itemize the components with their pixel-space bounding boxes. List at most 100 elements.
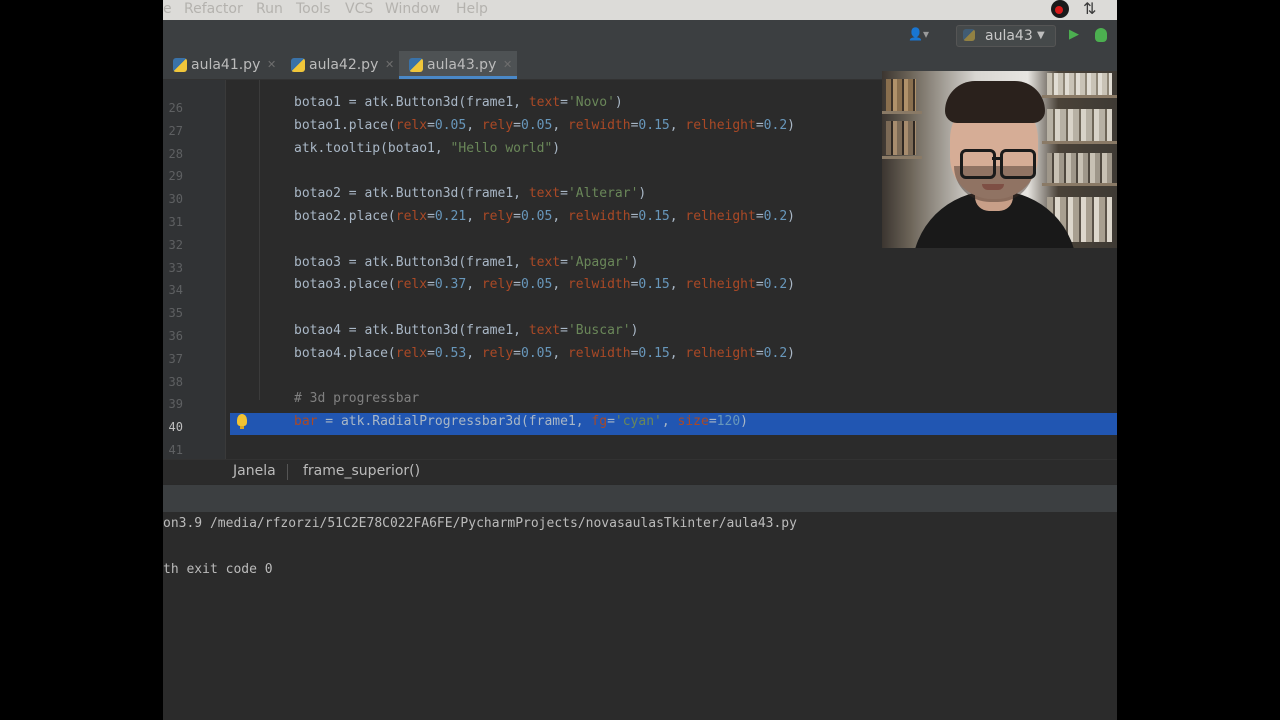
record-indicator-icon[interactable] <box>1051 0 1069 18</box>
code-token: = <box>755 117 764 133</box>
code-token: , <box>552 277 568 293</box>
close-icon[interactable]: ✕ <box>267 51 276 79</box>
code-token: 0.15 <box>638 277 670 293</box>
code-token: = <box>560 254 568 270</box>
code-token: = <box>513 345 521 361</box>
code-token: , <box>669 209 686 224</box>
code-token: = <box>755 345 764 361</box>
network-arrows-icon[interactable]: ⇅ <box>1083 0 1096 18</box>
bookshelf <box>882 111 922 114</box>
code-token: relwidth <box>567 209 631 224</box>
menu-item-run[interactable]: Run <box>256 0 283 20</box>
line-number-gutter: 26 27 28 29 30 31 32 33 34 35 36 37 38 39 40 41 <box>163 80 225 459</box>
code-token: 'Buscar' <box>567 323 631 338</box>
code-token: , <box>669 345 686 361</box>
code-token: relwidth <box>567 117 631 133</box>
python-file-icon <box>409 58 423 72</box>
glasses-right-lens <box>1000 149 1036 179</box>
code-token: , <box>661 414 678 430</box>
python-file-icon <box>963 29 975 41</box>
code-token: , <box>669 117 686 133</box>
menu-item-help[interactable]: Help <box>456 0 488 20</box>
console-line: th exit code 0 <box>163 562 273 577</box>
menu-item-window[interactable]: Window <box>385 0 440 20</box>
gutter-separator <box>225 80 226 459</box>
books <box>1047 109 1112 141</box>
code-token: 0.2 <box>763 209 788 224</box>
code-token: bar <box>294 414 318 430</box>
code-token: 120 <box>716 414 741 430</box>
code-token: , <box>466 117 482 133</box>
code-token: = <box>427 277 435 293</box>
code-token: ) <box>614 95 623 110</box>
user-account-icon[interactable]: 👤▾ <box>908 27 929 41</box>
menu-item-vcs[interactable]: VCS <box>345 0 373 20</box>
code-token: = <box>513 277 521 293</box>
run-button[interactable]: ▶ <box>1069 25 1083 45</box>
close-icon[interactable]: ✕ <box>503 51 512 79</box>
breadcrumb: Janela frame_superior() <box>163 459 1117 484</box>
code-token: text <box>528 186 561 202</box>
bookshelf <box>1042 141 1117 144</box>
code-token: , <box>669 277 686 293</box>
code-token: rely <box>481 117 514 133</box>
code-token: relheight <box>685 345 756 361</box>
menu-item-refactor[interactable]: Refactor <box>184 0 243 20</box>
bookshelf <box>1042 95 1117 98</box>
code-token: rely <box>481 209 514 224</box>
code-token: ) <box>787 209 795 224</box>
code-token: relheight <box>685 209 756 224</box>
breadcrumb-item-janela[interactable]: Janela <box>233 460 276 484</box>
line-number: 27 <box>168 123 183 138</box>
tab-aula43[interactable]: aula43.py ✕ <box>399 51 517 79</box>
code-token: = <box>513 117 521 133</box>
code-token: botao4 = atk.Button3d(frame1, <box>294 323 529 338</box>
chevron-down-icon: ▼ <box>1037 30 1045 41</box>
code-token: ) <box>740 414 748 430</box>
code-token: relwidth <box>567 345 631 361</box>
person-hair <box>945 81 1045 123</box>
run-configuration-selector[interactable]: aula43 ▼ <box>956 25 1056 47</box>
code-token: = <box>427 117 435 133</box>
code-token: botao1.place( <box>294 117 396 133</box>
menu-item-code[interactable]: e <box>163 0 172 20</box>
code-line: botao4 = atk.Button3d(frame1, text='Busc… <box>294 323 638 339</box>
code-token: = <box>708 414 717 430</box>
tab-aula41[interactable]: aula41.py ✕ <box>163 51 281 79</box>
code-token: 0.15 <box>638 209 670 224</box>
navigation-toolbar: 👤▾ aula43 ▼ ▶ <box>163 20 1117 51</box>
breadcrumb-item-frame-superior[interactable]: frame_superior() <box>303 460 420 484</box>
code-token: = <box>427 209 435 224</box>
python-file-icon <box>291 58 305 72</box>
code-token: relx <box>395 209 428 224</box>
menu-item-tools[interactable]: Tools <box>296 0 331 20</box>
code-token: fg <box>591 414 608 430</box>
code-token: = <box>755 209 764 224</box>
code-token: ) <box>787 277 795 293</box>
bookshelf <box>1042 183 1117 186</box>
code-token: ) <box>787 345 795 361</box>
code-token: text <box>528 323 561 338</box>
code-token: 'cyan' <box>614 414 662 430</box>
run-console[interactable]: on3.9 /media/rfzorzi/51C2E78C022FA6FE/Py… <box>163 512 1117 720</box>
code-token: relx <box>395 277 428 293</box>
books <box>886 121 916 155</box>
code-token: relx <box>395 117 428 133</box>
code-token: rely <box>481 345 514 361</box>
code-token: 0.05 <box>521 117 553 133</box>
console-line: on3.9 /media/rfzorzi/51C2E78C022FA6FE/Py… <box>163 516 797 531</box>
code-token: 0.21 <box>434 209 467 224</box>
close-icon[interactable]: ✕ <box>385 51 394 79</box>
glasses-bridge <box>992 157 1002 160</box>
code-token: 0.2 <box>763 117 788 133</box>
code-token: "Hello world" <box>450 140 553 156</box>
code-token: , <box>466 209 482 224</box>
tab-aula42[interactable]: aula42.py ✕ <box>281 51 399 79</box>
debug-bug-icon[interactable] <box>1095 28 1107 42</box>
lightbulb-icon[interactable] <box>237 414 247 429</box>
run-tool-window-header <box>163 484 1117 513</box>
code-token: botao2.place( <box>294 209 396 224</box>
code-token: , <box>552 209 568 224</box>
code-line: # 3d progressbar <box>294 391 419 407</box>
code-token: ) <box>630 323 639 338</box>
